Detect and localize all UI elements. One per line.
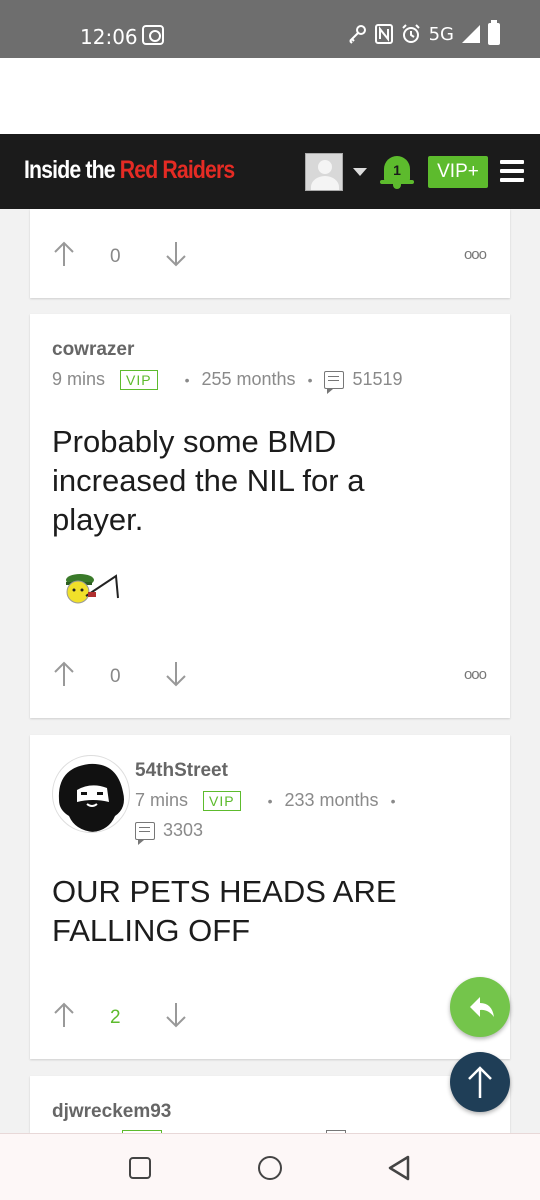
post-count: 51519	[352, 369, 403, 389]
back-icon[interactable]	[386, 1154, 412, 1182]
post-card: 54thStreet 7 mins VIP • 233 months • 330…	[30, 735, 510, 1059]
post-card: 0 ooo	[30, 209, 510, 298]
battery-icon	[488, 20, 500, 45]
vote-count: 2	[110, 1007, 121, 1028]
site-logo[interactable]: Inside the Red Raiders	[24, 156, 236, 185]
vip-badge: VIP	[120, 369, 158, 390]
post-time: 7 mins	[135, 790, 189, 810]
system-nav-bar	[0, 1133, 540, 1200]
user-avatar-image	[58, 763, 124, 832]
downvote-arrow-icon[interactable]	[164, 1001, 188, 1029]
arrow-up-icon	[468, 1066, 492, 1098]
site-header: Inside the Red Raiders 1 VIP+	[0, 134, 540, 209]
vote-row: 2	[30, 1001, 510, 1031]
user-avatar[interactable]	[52, 755, 130, 833]
fishing-smiley-emoji-icon	[66, 574, 119, 604]
post-time: 9 mins	[52, 369, 106, 389]
reply-button[interactable]	[450, 977, 510, 1037]
alarm-icon	[401, 24, 420, 43]
post-meta: 9 mins VIP • 255 months • 51519	[52, 369, 403, 394]
scroll-to-top-button[interactable]	[450, 1052, 510, 1112]
status-bar: 12:06 5G	[0, 0, 540, 58]
user-avatar-icon[interactable]	[305, 153, 343, 191]
post-username[interactable]: djwreckem93	[52, 1101, 171, 1123]
nfc-icon	[374, 24, 393, 44]
post-count-icon	[135, 821, 155, 845]
notification-bell-icon[interactable]: 1	[380, 152, 414, 190]
key-icon	[348, 25, 366, 44]
member-tenure: 233 months	[284, 790, 379, 810]
post-meta: 7 mins VIP • 233 months •	[135, 790, 396, 811]
vote-row: 0 ooo	[30, 660, 510, 690]
top-spacer	[0, 58, 540, 134]
post-count-icon	[324, 370, 345, 394]
status-time: 12:06	[80, 25, 138, 49]
member-tenure: 255 months	[201, 369, 296, 389]
status-icons: 5G	[347, 20, 500, 45]
network-type: 5G	[428, 23, 454, 45]
upvote-arrow-icon[interactable]	[52, 660, 76, 688]
screen-cast-icon	[142, 25, 164, 45]
post-card: djwreckem93	[30, 1076, 510, 1133]
recent-apps-icon[interactable]	[129, 1157, 151, 1179]
logo-text-white: Inside the	[24, 156, 120, 184]
hamburger-menu-icon[interactable]	[500, 160, 524, 182]
upvote-arrow-icon[interactable]	[52, 1001, 76, 1029]
home-icon[interactable]	[258, 1156, 282, 1180]
more-options-icon[interactable]: ooo	[464, 666, 487, 683]
post-meta-count: 3303	[135, 820, 204, 845]
more-options-icon[interactable]: ooo	[464, 246, 487, 263]
notification-count: 1	[393, 162, 401, 178]
post-card: cowrazer 9 mins VIP • 255 months • 51519…	[30, 314, 510, 718]
post-body: OUR PETS HEADS ARE FALLING OFF	[52, 874, 397, 948]
post-username[interactable]: cowrazer	[52, 339, 134, 361]
vote-count: 0	[110, 246, 121, 267]
vote-count: 0	[110, 666, 121, 687]
account-dropdown-icon[interactable]	[353, 168, 367, 176]
downvote-arrow-icon[interactable]	[164, 660, 188, 688]
upvote-arrow-icon[interactable]	[52, 240, 76, 268]
post-count: 3303	[163, 820, 204, 840]
logo-text-red: Red Raiders	[119, 156, 236, 184]
signal-icon	[462, 25, 480, 43]
vip-plus-button[interactable]: VIP+	[428, 156, 488, 188]
vip-badge: VIP	[203, 790, 241, 811]
post-body: Probably some BMD increased the NIL for …	[52, 424, 365, 537]
post-username[interactable]: 54thStreet	[135, 760, 228, 782]
reply-icon	[470, 997, 494, 1017]
downvote-arrow-icon[interactable]	[164, 240, 188, 268]
vote-row: 0 ooo	[30, 240, 510, 270]
